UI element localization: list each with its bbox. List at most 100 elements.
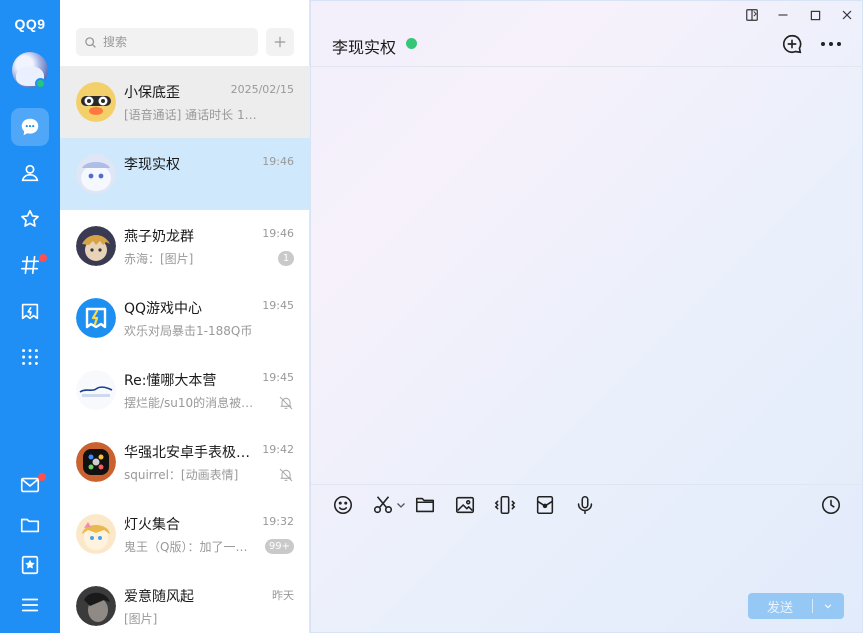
conversation-name: 李现实权 [124,157,180,173]
conversation-item[interactable]: QQ游戏中心 19:45 欢乐对局暴击1-188Q币 [60,282,310,354]
game-icon [21,303,39,320]
red-packet-icon [536,495,554,515]
search-icon [85,36,96,48]
conversation-name: 燕子奶龙群 [124,229,194,245]
conversation-list: 小保底歪 2025/02/15 [语音通话] 通话时长 15:58 李现实权 1… [60,0,310,633]
unread-badge: 99+ [264,539,294,554]
conversation-item[interactable]: 李现实权 19:46 [60,138,310,210]
send-file-button[interactable] [413,493,437,517]
hashtag-icon [20,255,40,275]
conversation-item[interactable]: 爱意随风起 昨天 [图片] [60,570,310,633]
pin-window-icon [746,9,758,21]
online-status-dot [35,78,46,89]
nav-bookmarks-button[interactable] [11,546,49,584]
conversation-preview: 赤海：[图片] [124,252,194,266]
search-input[interactable] [103,35,253,49]
more-options-button[interactable] [819,33,843,55]
image-icon [455,496,475,514]
nav-games-button[interactable] [11,292,49,330]
nav-mail-button[interactable] [11,466,49,504]
chat-panel: 李现实权 发送 [310,0,863,633]
minimize-button[interactable] [774,7,792,23]
online-status-dot [406,38,417,49]
nav-rail: QQ9 [0,0,60,633]
mute-bell-icon [279,468,293,482]
conversation-name: Re:懂哪大本营 [124,373,217,389]
nav-favorites-button[interactable] [11,200,49,238]
emoji-button[interactable] [331,493,355,517]
nav-channels-button[interactable] [11,246,49,284]
close-icon [842,10,852,20]
send-button-group: 发送 [748,593,844,619]
bookmark-icon [21,555,39,575]
conversation-item[interactable]: 燕子奶龙群 19:46 赤海：[图片] 1 [60,210,310,282]
nav-menu-button[interactable] [11,586,49,624]
nav-apps-button[interactable] [11,338,49,376]
conversation-time: 2025/02/15 [230,83,294,96]
maximize-icon [810,10,820,20]
unread-badge: 1 [278,251,294,266]
send-button[interactable]: 发送 [748,597,812,616]
avatar [76,370,116,410]
chevron-down-icon [824,604,832,609]
nav-files-button[interactable] [11,506,49,544]
folder-icon [20,518,40,533]
conversation-time: 19:42 [262,443,294,456]
header-divider [311,66,863,67]
chevron-down-icon [397,503,405,508]
conversation-time: 19:46 [262,155,294,168]
conversation-preview: squirrel：[动画表情] [124,468,239,482]
conversation-item[interactable]: 华强北安卓手表极… 19:42 squirrel：[动画表情] [60,426,310,498]
conversation-preview: 鬼王（Q版）：加了一… [124,540,248,554]
screenshot-dropdown[interactable] [395,493,407,517]
conversation-time: 19:45 [262,371,294,384]
grid-icon [22,349,38,365]
red-packet-button[interactable] [533,493,557,517]
pin-window-button[interactable] [743,7,761,23]
nav-contacts-button[interactable] [11,154,49,192]
maximize-button[interactable] [806,7,824,23]
send-image-button[interactable] [453,493,477,517]
avatar [76,442,116,482]
person-icon [21,164,39,182]
conversation-item[interactable]: 灯火集合 19:32 鬼王（Q版）：加了一… 99+ [60,498,310,570]
conversation-time: 19:32 [262,515,294,528]
conversation-name: 爱意随风起 [124,589,194,605]
chat-bubble-icon [21,118,39,136]
conversation-time: 19:45 [262,299,294,312]
conversation-item[interactable]: Re:懂哪大本营 19:45 摆烂能/su10的消息被设… [60,354,310,426]
voice-message-button[interactable] [573,493,597,517]
close-button[interactable] [838,7,856,23]
avatar [76,154,116,194]
star-icon [21,209,39,227]
plus-icon [274,36,286,48]
screenshot-button[interactable] [371,493,395,517]
send-options-dropdown[interactable] [813,593,843,619]
conversation-time: 19:46 [262,227,294,240]
conversation-preview: 欢乐对局暴击1-188Q币 [124,324,253,338]
conversation-preview: [图片] [124,612,158,626]
conversation-preview: [语音通话] 通话时长 15:58 [124,108,259,122]
avatar [76,514,116,554]
chat-title: 李现实权 [332,38,397,57]
scissors-icon [373,496,393,514]
avatar [76,226,116,266]
nav-chat-button[interactable] [11,108,49,146]
add-members-button[interactable] [780,33,804,55]
minimize-icon [778,14,788,16]
chat-history-button[interactable] [819,493,843,517]
avatar [76,82,116,122]
avatar [76,298,116,338]
folder-icon [415,497,435,513]
shake-window-button[interactable] [493,493,517,517]
channels-notification-dot [39,254,47,262]
more-dots-icon [821,42,841,46]
search-box[interactable] [76,28,258,56]
emoji-icon [333,495,353,515]
history-icon [821,495,841,515]
conversation-name: 灯火集合 [124,517,180,533]
add-button[interactable] [266,28,294,56]
mail-notification-dot [38,473,46,481]
mic-icon [577,495,593,515]
conversation-item[interactable]: 小保底歪 2025/02/15 [语音通话] 通话时长 15:58 [60,66,310,138]
